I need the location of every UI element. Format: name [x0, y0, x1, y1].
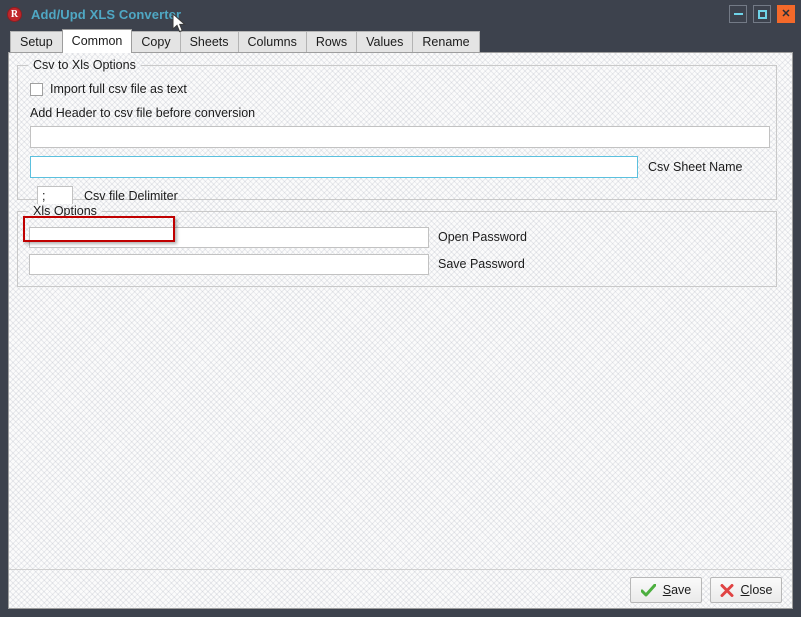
save-label-rest: ave — [671, 583, 692, 597]
tab-sheets[interactable]: Sheets — [179, 31, 239, 53]
dialog-button-bar: Save Close — [630, 577, 782, 603]
maximize-button[interactable] — [753, 5, 771, 23]
import-full-csv-row[interactable]: Import full csv file as text — [30, 82, 187, 96]
application-window: R Add/Upd XLS Converter ✕ Setup Common C… — [0, 0, 801, 617]
minimize-icon — [733, 13, 743, 15]
close-icon: ✕ — [781, 7, 791, 20]
csv-sheet-name-input[interactable] — [30, 156, 638, 178]
group-csv-to-xls-options: Csv to Xls Options Import full csv file … — [17, 58, 777, 206]
close-button-footer[interactable]: Close — [710, 577, 782, 603]
bottom-separator — [9, 569, 792, 570]
import-full-csv-label: Import full csv file as text — [50, 82, 187, 96]
save-password-input[interactable] — [29, 254, 429, 275]
save-button[interactable]: Save — [630, 577, 702, 603]
tab-setup[interactable]: Setup — [10, 31, 63, 53]
close-button[interactable]: ✕ — [777, 5, 795, 23]
maximize-icon — [757, 9, 767, 19]
csv-delimiter-label: Csv file Delimiter — [84, 189, 178, 203]
close-label-rest: lose — [749, 583, 773, 597]
add-header-label: Add Header to csv file before conversion — [30, 106, 256, 120]
window-title: Add/Upd XLS Converter — [31, 6, 182, 22]
open-password-label: Open Password — [438, 230, 527, 244]
tab-values[interactable]: Values — [356, 31, 414, 53]
tab-common[interactable]: Common — [61, 29, 133, 53]
tab-copy[interactable]: Copy — [131, 31, 181, 53]
tab-rows[interactable]: Rows — [305, 31, 358, 53]
csv-delimiter-input[interactable] — [37, 186, 73, 206]
group-csv-title: Csv to Xls Options — [28, 58, 141, 72]
tab-panel-common: Csv to Xls Options Import full csv file … — [8, 52, 793, 609]
tab-columns[interactable]: Columns — [237, 31, 307, 53]
close-button-label: Close — [740, 583, 773, 597]
title-bar: R Add/Upd XLS Converter ✕ — [0, 0, 801, 28]
csv-sheet-name-label: Csv Sheet Name — [648, 160, 743, 174]
cross-icon — [720, 583, 734, 597]
tab-rename[interactable]: Rename — [412, 31, 480, 53]
delimiter-highlight-annotation — [23, 216, 175, 242]
tab-strip: Setup Common Copy Sheets Columns Rows Va… — [0, 28, 801, 53]
minimize-button[interactable] — [729, 5, 747, 23]
check-icon — [640, 583, 656, 596]
app-r-icon: R — [7, 6, 22, 22]
save-button-label: Save — [662, 583, 692, 597]
add-header-input[interactable] — [30, 126, 770, 148]
window-controls: ✕ — [729, 5, 795, 23]
save-password-label: Save Password — [438, 257, 525, 271]
import-full-csv-checkbox[interactable] — [30, 82, 43, 96]
